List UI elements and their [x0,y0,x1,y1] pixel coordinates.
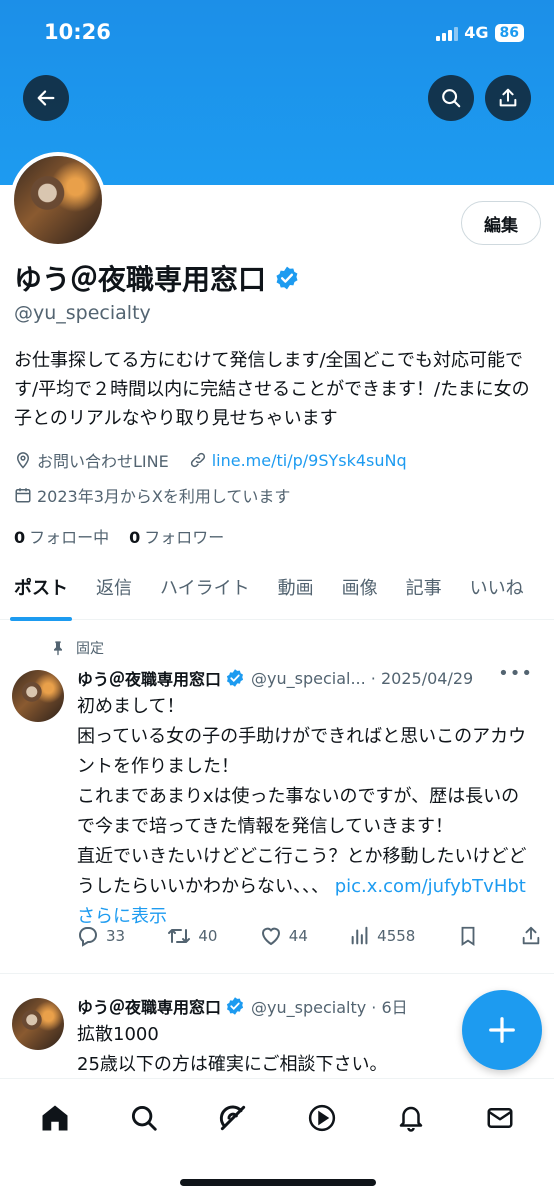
like-count: 44 [288,927,308,945]
bookmark-icon [461,926,475,946]
back-arrow-icon [37,90,55,106]
verified-badge-icon [226,669,244,687]
profile-link[interactable]: line.me/ti/p/9SYsk4suNq [189,451,407,470]
tweet-handle-date: @yu_specialty · 6日 [251,998,408,1017]
pinned-label-row: 固定 [50,638,104,658]
explore-icon [131,1105,157,1131]
tweet-line: 直近でいきたいけどどこ行こう？とか移動したいけどどうしたらいいかわからない、、、… [77,846,527,927]
tab-posts[interactable]: ポスト [0,560,82,621]
battery-icon: 86 [494,23,524,42]
tweet-author-name[interactable]: ゆう＠夜職専用窓口 [77,666,221,690]
location-icon [16,452,30,469]
nav-notifications[interactable] [388,1095,434,1141]
share-icon [522,926,540,945]
tab-replies[interactable]: 返信 [82,560,146,620]
more-options-icon[interactable]: ••• [498,663,533,684]
display-name-row: ゆう＠夜職専用窓口 [14,258,300,298]
profile-avatar[interactable] [10,152,106,248]
following-stat[interactable]: 0 フォロー中 [14,524,109,548]
messages-icon [487,1108,512,1128]
back-button[interactable] [23,75,69,121]
tab-likes[interactable]: いいね [456,560,538,620]
home-indicator [180,1179,376,1186]
tweet-line: これまであまりxは使った事ないのですが、歴は長いので今まで培ってきた情報を発信し… [77,786,520,837]
tweet-link[interactable]: pic.x.com/jufybTvHbt [335,876,526,897]
reply-action[interactable]: 33 [76,924,125,948]
signal-icon [436,25,459,41]
avatar-image [14,156,102,244]
tab-videos[interactable]: 動画 [264,560,328,620]
share-icon [499,88,517,107]
views-count: 4558 [377,927,416,945]
nav-video[interactable] [299,1095,345,1141]
repost-count: 40 [198,927,218,945]
location-item: お問い合わせLINE [14,448,169,472]
link-icon [190,452,205,468]
like-icon [261,927,280,946]
profile-meta-row: お問い合わせLINE line.me/ti/p/9SYsk4suNq [14,448,427,472]
tweet-actions: 33 40 44 4558 [76,924,542,948]
tweet-line: 初めまして！ [77,696,185,717]
like-action[interactable]: 44 [259,924,308,948]
link-text[interactable]: line.me/ti/p/9SYsk4suNq [212,451,407,470]
network-type: 4G [464,23,489,42]
tab-highlights[interactable]: ハイライト [146,560,264,620]
notifications-icon [399,1106,422,1132]
location-text: お問い合わせLINE [37,452,169,471]
joined-text: 2023年3月からXを利用しています [37,487,291,506]
home-icon [42,1105,67,1131]
views-action[interactable]: 4558 [349,925,415,947]
pinned-label: 固定 [76,641,104,657]
tab-articles[interactable]: 記事 [392,560,456,620]
bookmark-action[interactable] [457,924,479,948]
repost-action[interactable]: 40 [166,924,217,948]
search-icon [442,89,461,108]
tweet-author-name[interactable]: ゆう＠夜職専用窓口 [77,994,221,1018]
verified-badge-icon [274,265,300,291]
edit-profile-button[interactable]: 編集 [461,201,541,245]
grok-icon [219,1105,245,1131]
tweet-line: 25歳以下の方は確実にご相談下さい。 [77,1054,388,1075]
compose-button[interactable] [462,990,542,1070]
tab-images[interactable]: 画像 [328,560,392,620]
repost-icon [168,929,191,943]
tweet-avatar[interactable] [12,670,64,722]
compose-icon [489,1017,515,1043]
tweet-handle-date: @yu_special... · 2025/04/29 [251,668,474,688]
tweet-text: 初めまして！ 困っている女の子の手助けができればと思いこのアカウントを作りました… [77,692,537,932]
joined-item: 2023年3月からXを利用しています [14,483,290,507]
search-button[interactable] [428,75,474,121]
status-bar: 10:26 4G 86 [0,0,554,70]
tweet-avatar[interactable] [12,998,64,1050]
views-icon [351,926,368,945]
reply-count: 33 [106,927,126,945]
joined-row: 2023年3月からXを利用しています [14,483,310,507]
followers-stat[interactable]: 0 フォロワー [129,524,224,548]
nav-explore[interactable] [121,1095,167,1141]
follow-stats: 0 フォロー中 0 フォロワー [14,524,224,548]
profile-handle: @yu_specialty [14,302,151,324]
share-action[interactable] [520,925,542,947]
nav-grok[interactable] [210,1095,256,1141]
display-name: ゆう＠夜職専用窓口 [14,263,267,296]
share-button[interactable] [485,75,531,121]
calendar-icon [15,488,31,503]
pin-icon [54,641,62,656]
video-icon [308,1104,335,1132]
status-indicators: 4G 86 [436,23,524,42]
nav-messages[interactable] [477,1095,523,1141]
nav-home[interactable] [32,1095,78,1141]
tweet-pinned[interactable]: ゆう＠夜職専用窓口 @yu_special... · 2025/04/29 ••… [0,663,554,974]
profile-tabs: ポスト 返信 ハイライト 動画 画像 記事 いいね [0,560,554,621]
tweet-line: 困っている女の子の手助けができればと思いこのアカウントを作りました！ [77,726,527,777]
status-time: 10:26 [44,20,111,44]
profile-bio: お仕事探してる方にむけて発信します/全国どこでも対応可能です/平均で２時間以内に… [14,350,530,429]
tweet-header: ゆう＠夜職専用窓口 @yu_special... · 2025/04/29 ••… [77,663,547,690]
reply-icon [79,927,97,947]
verified-badge-icon [226,997,244,1015]
